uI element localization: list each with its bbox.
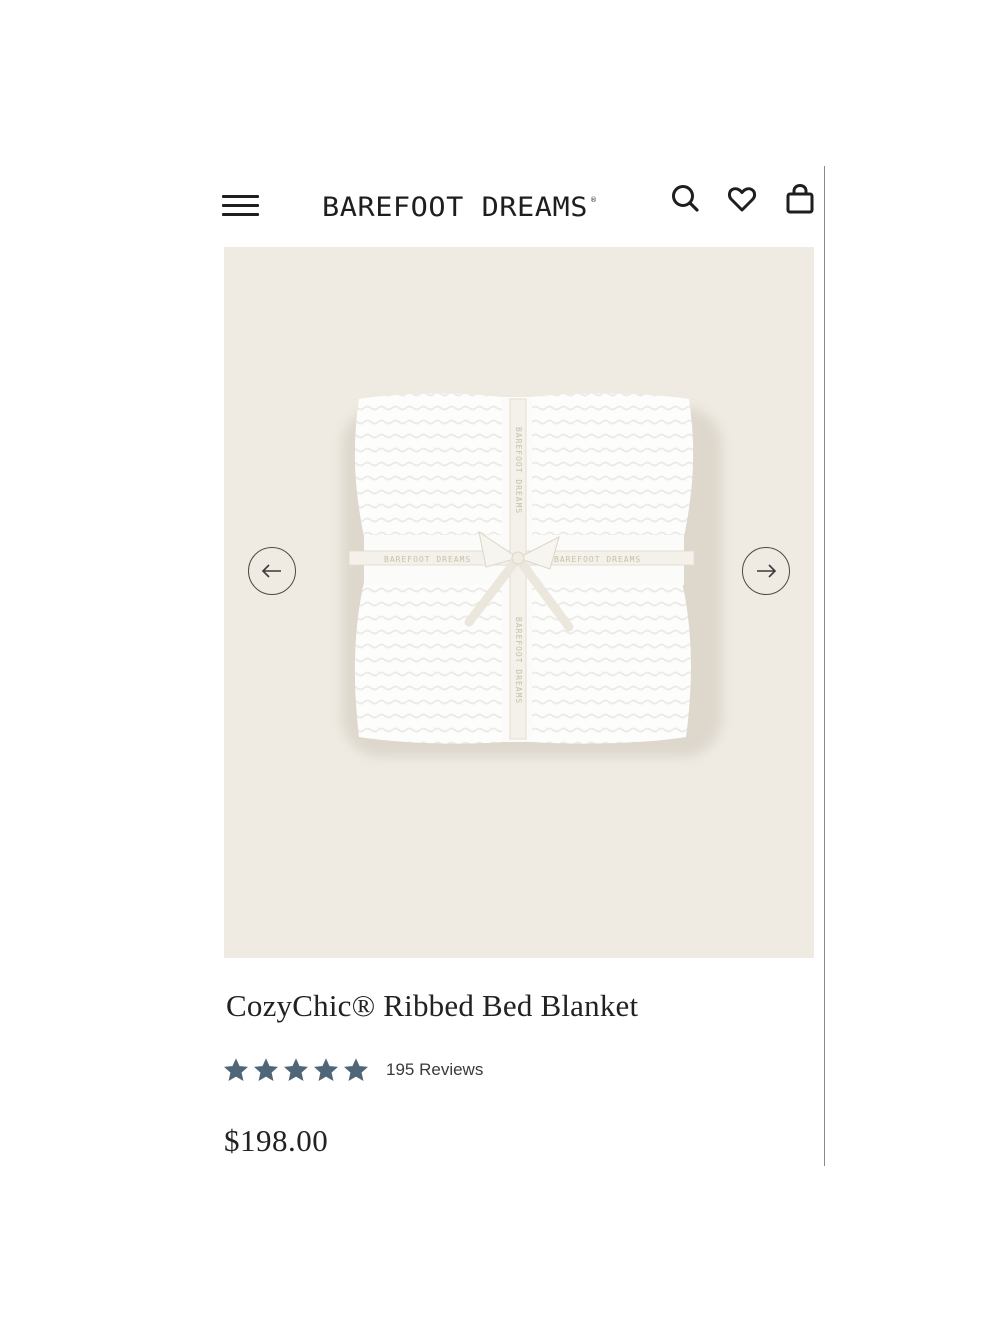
- brand-logo[interactable]: BAREFOOT DREAMS ®: [322, 184, 612, 224]
- site-header: BAREFOOT DREAMS ®: [174, 166, 824, 246]
- rating-stars: [224, 1058, 368, 1082]
- svg-text:BAREFOOT DREAMS: BAREFOOT DREAMS: [514, 617, 523, 704]
- product-image-gallery[interactable]: BAREFOOT DREAMS BAREFOOT DREAMS BAREFOOT…: [224, 247, 814, 958]
- star-icon: [344, 1058, 368, 1082]
- star-icon: [284, 1058, 308, 1082]
- next-image-button[interactable]: [742, 547, 790, 595]
- reviews-link[interactable]: 195 Reviews: [386, 1060, 483, 1080]
- star-icon: [224, 1058, 248, 1082]
- product-price: $198.00: [224, 1123, 329, 1158]
- star-icon: [254, 1058, 278, 1082]
- ribbon-text: BAREFOOT DREAMS: [384, 555, 471, 564]
- product-title: CozyChic® Ribbed Bed Blanket: [226, 988, 639, 1023]
- search-icon[interactable]: [669, 182, 703, 216]
- previous-image-button[interactable]: [248, 547, 296, 595]
- svg-text:®: ®: [590, 196, 597, 204]
- hamburger-menu-icon[interactable]: [222, 192, 260, 218]
- heart-icon[interactable]: [725, 182, 759, 216]
- blanket-image: BAREFOOT DREAMS BAREFOOT DREAMS BAREFOOT…: [342, 393, 722, 757]
- svg-text:BAREFOOT DREAMS: BAREFOOT DREAMS: [514, 427, 523, 514]
- svg-text:BAREFOOT DREAMS: BAREFOOT DREAMS: [554, 555, 641, 564]
- brand-name: BAREFOOT DREAMS: [322, 192, 588, 223]
- arrow-left-icon: [261, 564, 281, 578]
- mobile-screen: BAREFOOT DREAMS ® BAREFOOT DREAMS BAREFO…: [174, 166, 825, 1166]
- arrow-right-icon: [757, 564, 777, 578]
- product-rating[interactable]: 195 Reviews: [224, 1056, 483, 1084]
- star-icon: [314, 1058, 338, 1082]
- shopping-bag-icon[interactable]: [783, 182, 817, 216]
